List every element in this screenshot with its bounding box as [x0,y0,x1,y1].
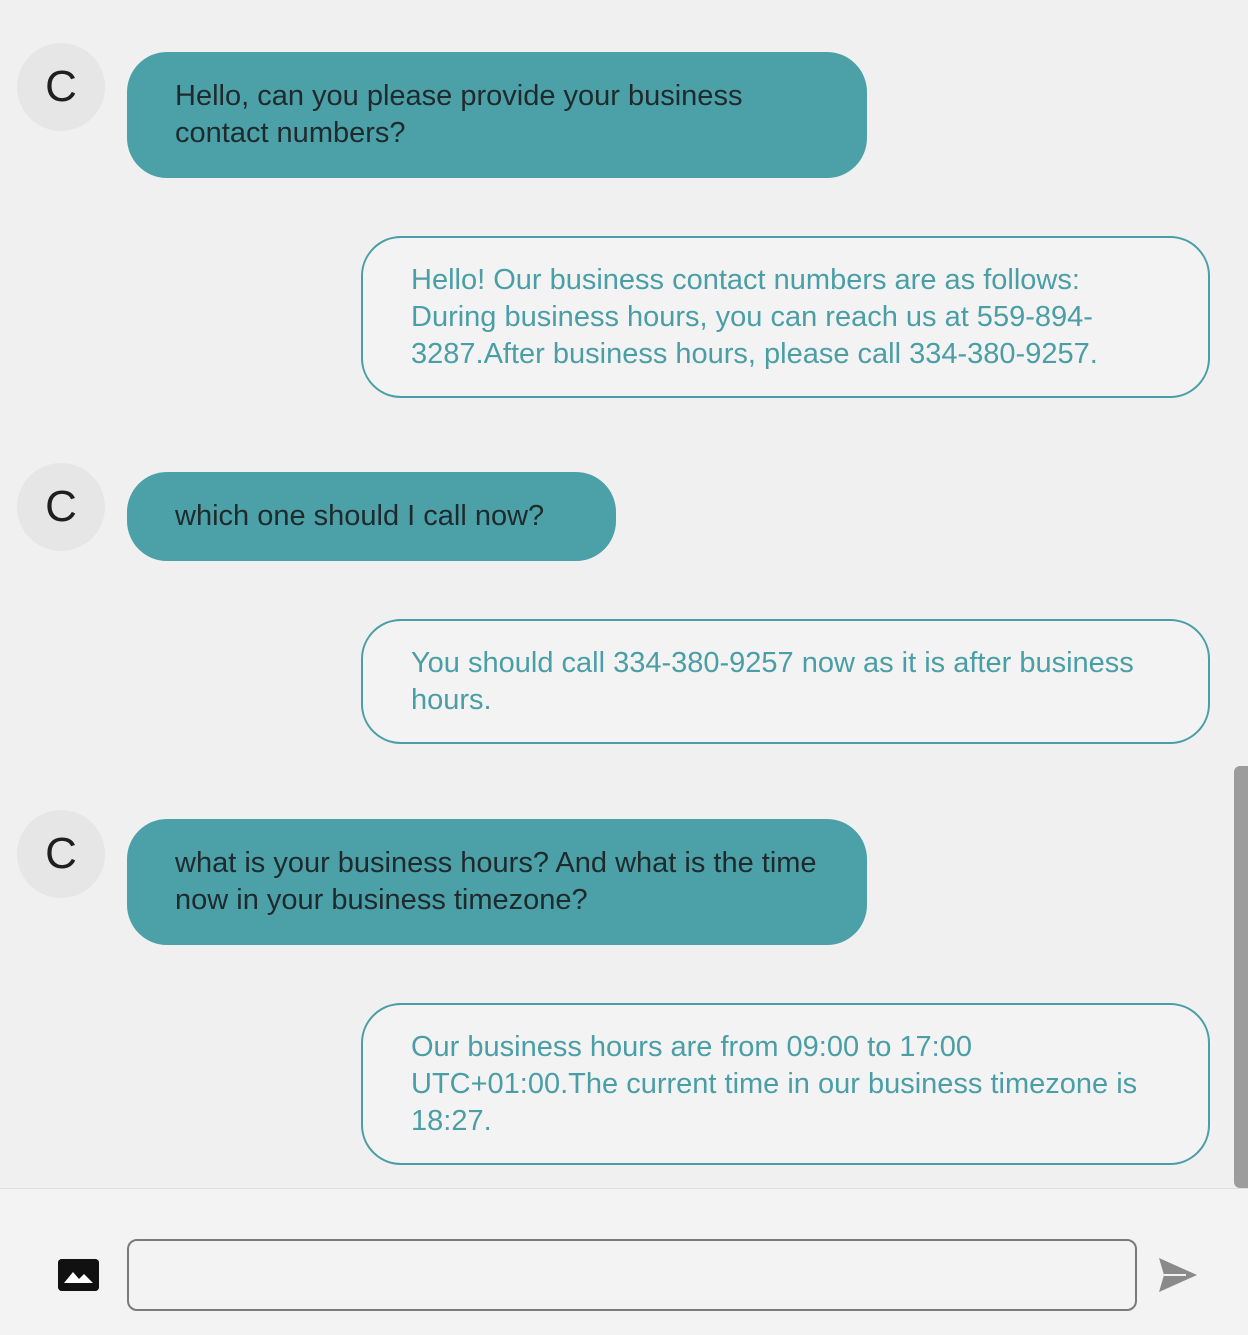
image-upload-button[interactable] [58,1259,99,1291]
user-avatar: C [17,43,105,131]
assistant-message-bubble: You should call 334-380-9257 now as it i… [361,619,1210,744]
message-composer [0,1188,1248,1335]
message-input[interactable] [127,1239,1137,1311]
chat-area: C Hello, can you please provide your bus… [0,0,1248,1188]
user-message-bubble: what is your business hours? And what is… [127,819,867,945]
send-button[interactable] [1156,1255,1200,1295]
user-avatar: C [17,463,105,551]
scrollbar[interactable] [1234,766,1248,1188]
assistant-message-bubble: Our business hours are from 09:00 to 17:… [361,1003,1210,1165]
user-avatar: C [17,810,105,898]
user-message-bubble: which one should I call now? [127,472,616,561]
user-message-bubble: Hello, can you please provide your busin… [127,52,867,178]
assistant-message-bubble: Hello! Our business contact numbers are … [361,236,1210,398]
image-icon [58,1259,99,1291]
send-icon [1159,1258,1197,1292]
